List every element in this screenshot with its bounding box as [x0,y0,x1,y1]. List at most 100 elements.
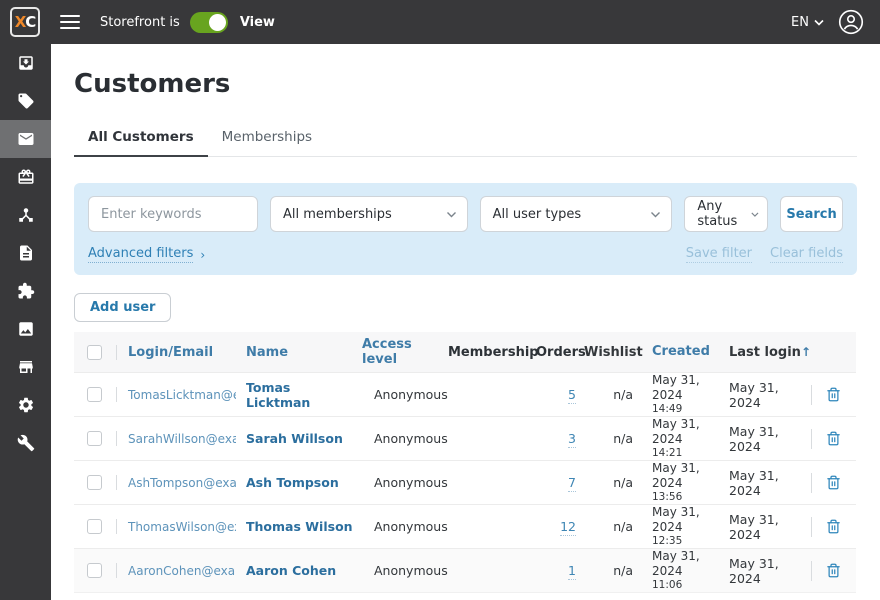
sidebar-item-promotions[interactable] [0,158,51,196]
row-checkbox[interactable] [87,519,102,535]
chevron-down-icon [814,19,824,26]
delete-row-button[interactable] [822,383,845,406]
tag-icon [18,93,33,109]
delete-row-button[interactable] [822,559,845,582]
customer-email-link[interactable]: AaronCohen@exam... [128,564,236,579]
sidebar-item-customers[interactable] [0,120,51,158]
memberships-select[interactable]: All memberships [270,196,468,232]
storefront-toggle[interactable] [189,11,228,33]
sidebar-item-sales-channels[interactable] [0,196,51,234]
select-all-checkbox[interactable] [87,344,102,360]
orders-count-link[interactable]: 3 [568,431,576,449]
add-user-button[interactable]: Add user [74,293,172,322]
row-checkbox[interactable] [87,563,102,579]
status-select-value: Any status [697,199,738,229]
delete-row-button[interactable] [822,515,845,538]
chevron-down-icon [751,212,759,217]
chevron-right-icon[interactable]: › [200,248,205,262]
created-value: May 31, 2024 12:35 [652,505,700,547]
last-login-value: May 31, 2024 [729,555,779,586]
save-filter-link[interactable]: Save filter [685,246,753,263]
gear-icon [18,397,33,413]
access-level-value: Anonymous [374,563,448,579]
hamburger-menu-icon[interactable] [60,15,80,29]
row-checkbox[interactable] [87,431,102,447]
created-value: May 31, 2024 11:06 [652,549,700,591]
column-header-login-email[interactable]: Login/Email [116,345,236,360]
user-types-select-value: All user types [492,206,582,222]
logo-c: C [25,13,36,31]
customer-name-link[interactable]: Aaron Cohen [246,563,336,578]
created-value: May 31, 2024 14:49 [652,373,700,415]
xcart-logo[interactable]: XC [10,7,40,37]
account-menu-button[interactable] [838,9,864,35]
orders-count-link[interactable]: 5 [568,387,576,405]
customer-email-link[interactable]: AshTompson@exam... [128,476,236,491]
created-value: May 31, 2024 13:56 [652,461,700,503]
row-checkbox[interactable] [87,475,102,491]
wrench-icon [17,434,34,452]
column-header-wishlist: Wishlist [584,344,643,360]
sidebar-nav [0,44,51,600]
trash-icon [827,475,840,490]
orders-count-link[interactable]: 7 [568,475,576,493]
created-value: May 31, 2024 14:21 [652,417,700,459]
search-button[interactable]: Search [780,196,843,232]
table-row: AshTompson@exam... Ash Tompson Anonymous… [74,460,856,504]
customer-email-link[interactable]: ThomasWilson@exa... [128,520,236,535]
column-header-name[interactable]: Name [236,345,358,360]
last-login-value: May 31, 2024 [729,379,779,410]
wishlist-value: n/a [613,431,633,447]
delete-row-button[interactable] [822,471,845,494]
sidebar-item-content[interactable] [0,234,51,272]
orders-count-link[interactable]: 12 [560,519,576,537]
sidebar-item-design[interactable] [0,310,51,348]
sidebar-item-tools[interactable] [0,424,51,462]
storefront-icon [18,361,33,373]
advanced-filters-link[interactable]: Advanced filters [88,246,194,263]
image-icon [18,322,33,336]
tab-memberships[interactable]: Memberships [208,121,326,157]
inbox-arrow-icon [18,56,33,70]
wishlist-value: n/a [613,519,633,535]
column-header-last-login[interactable]: Last login↑ [726,345,811,360]
envelope-icon [18,133,33,145]
wishlist-value: n/a [613,387,633,403]
clear-fields-link[interactable]: Clear fields [770,246,843,263]
status-select[interactable]: Any status [684,196,769,232]
column-header-created[interactable]: Created [642,344,726,360]
last-login-value: May 31, 2024 [729,423,779,454]
customer-name-link[interactable]: Thomas Wilson [246,519,353,534]
sidebar-item-catalog[interactable] [0,82,51,120]
customer-name-link[interactable]: Ash Tompson [246,475,339,490]
language-selector[interactable]: EN [791,15,824,30]
trash-icon [827,519,840,534]
sidebar-item-settings[interactable] [0,386,51,424]
user-types-select[interactable]: All user types [479,196,673,232]
access-level-value: Anonymous [374,387,448,403]
tab-all-customers[interactable]: All Customers [74,121,208,157]
customer-email-link[interactable]: TomasLicktman@ex... [128,388,236,403]
customer-name-link[interactable]: Sarah Willson [246,431,343,446]
toggle-knob [208,13,226,31]
customer-name-link[interactable]: Tomas Licktman [246,380,310,410]
column-header-access-level[interactable]: Access level [358,337,448,367]
orders-count-link[interactable]: 1 [568,563,576,581]
table-row: TomasLicktman@ex... Tomas Licktman Anony… [74,372,856,416]
access-level-value: Anonymous [374,475,448,491]
sidebar-item-store[interactable] [0,348,51,386]
access-level-value: Anonymous [374,431,448,447]
sidebar-item-orders[interactable] [0,44,51,82]
document-icon [19,245,32,261]
chevron-down-icon [446,211,456,217]
row-checkbox[interactable] [87,387,102,403]
keywords-input[interactable] [88,196,258,232]
sidebar-item-apps[interactable] [0,272,51,310]
view-storefront-link[interactable]: View [240,15,275,30]
memberships-select-value: All memberships [283,206,392,222]
delete-row-button[interactable] [822,427,845,450]
logo-x: X [14,13,27,31]
customer-email-link[interactable]: SarahWillson@exam... [128,432,236,447]
main-content: Customers All Customers Memberships All … [51,44,880,600]
language-value: EN [791,14,809,30]
